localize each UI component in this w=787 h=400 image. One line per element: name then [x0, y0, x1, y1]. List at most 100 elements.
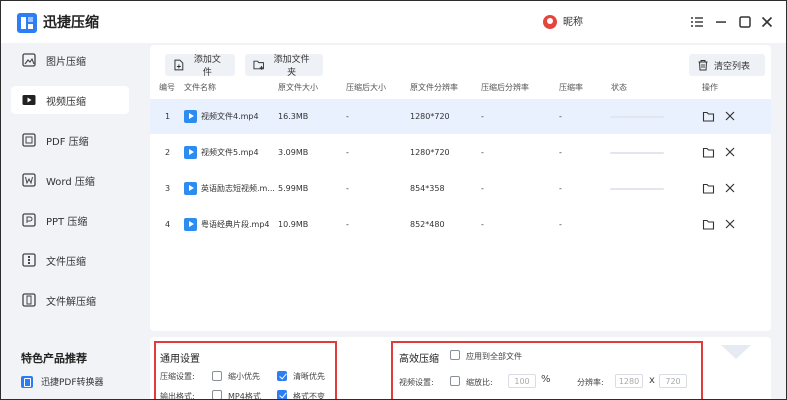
row-new-size: -: [346, 220, 349, 229]
header-ratio: 压缩率: [559, 83, 583, 92]
resolution-width-input[interactable]: [615, 374, 643, 388]
ppt-compress-icon: [22, 213, 36, 227]
add-folder-button[interactable]: 添加文件夹: [245, 54, 323, 78]
pdf-compress-icon: [22, 133, 36, 147]
remove-row-icon[interactable]: [724, 110, 736, 122]
sidebar: 图片压缩 视频压缩 PDF 压缩 Word 压缩 PPT 压缩 文件压缩 文件解…: [1, 43, 141, 399]
keep-format-checkbox[interactable]: [277, 390, 287, 399]
row-orig-size: 16.3MB: [278, 112, 309, 121]
sidebar-item-decompress[interactable]: 文件解压缩: [11, 286, 129, 314]
app-title: 迅捷压缩: [43, 15, 99, 31]
header-orig-res: 原文件分辨率: [410, 83, 458, 92]
add-folder-icon: [253, 60, 264, 70]
app-logo-icon: [17, 13, 37, 33]
open-folder-icon[interactable]: [702, 218, 715, 231]
add-file-button[interactable]: 添加文件: [165, 54, 235, 78]
row-new-size: -: [346, 112, 349, 121]
sidebar-item-word[interactable]: Word 压缩: [11, 166, 129, 194]
featured-heading: 特色产品推荐: [21, 352, 87, 365]
scale-checkbox[interactable]: [450, 376, 460, 386]
row-filename: 粤语经典片段.mp4: [201, 220, 270, 229]
sidebar-item-image[interactable]: 图片压缩: [11, 46, 129, 74]
video-setting-label: 视频设置:: [399, 378, 434, 387]
app-window: 迅捷压缩 昵称 图片压缩 视频压缩 PDF 压缩 Word 压缩 PPT 压缩 …: [0, 0, 787, 400]
resolution-x-label: x: [649, 375, 655, 386]
maximize-icon[interactable]: [737, 14, 753, 30]
table-row[interactable]: 2 视频文件5.mp4 3.09MB - 1280*720 - -: [150, 135, 771, 170]
add-folder-label: 添加文件夹: [273, 55, 310, 78]
small-first-checkbox[interactable]: [212, 371, 222, 381]
row-filename: 英语励志短视频.m...: [201, 184, 275, 193]
percent-label: %: [541, 374, 551, 385]
header-orig-size: 原文件大小: [278, 83, 318, 92]
row-ratio: -: [559, 112, 562, 121]
row-ratio: -: [559, 148, 562, 157]
decorative-chevron-icon: [721, 345, 751, 359]
mp4-format-checkbox[interactable]: [212, 390, 222, 399]
sidebar-item-label: Word 压缩: [46, 176, 95, 188]
video-file-icon: [184, 146, 197, 159]
row-new-size: -: [346, 148, 349, 157]
row-orig-res: 852*480: [410, 220, 445, 229]
header-filename: 文件名称: [184, 83, 216, 92]
remove-row-icon[interactable]: [724, 146, 736, 158]
sidebar-item-label: 文件解压缩: [46, 296, 96, 308]
row-orig-res: 1280*720: [410, 148, 450, 157]
sidebar-item-pdf[interactable]: PDF 压缩: [11, 126, 129, 154]
open-folder-icon[interactable]: [702, 146, 715, 159]
header-new-size: 压缩后大小: [346, 83, 386, 92]
file-list-panel: 添加文件 添加文件夹 清空列表 编号 文件名称 原文件大小 压缩后大小 原文件分…: [150, 45, 771, 331]
image-compress-icon: [22, 53, 36, 67]
resolution-height-input[interactable]: [659, 374, 687, 388]
sidebar-item-video[interactable]: 视频压缩: [11, 86, 129, 114]
close-window-icon[interactable]: [759, 14, 775, 30]
sidebar-item-file[interactable]: 文件压缩: [11, 246, 129, 274]
row-new-size: -: [346, 184, 349, 193]
header-index: 编号: [159, 83, 175, 92]
open-folder-icon[interactable]: [702, 110, 715, 123]
clear-list-label: 清空列表: [714, 61, 751, 72]
row-filename: 视频文件4.mp4: [201, 112, 259, 121]
sidebar-item-label: 文件压缩: [46, 256, 86, 268]
general-settings-title: 通用设置: [160, 354, 200, 365]
row-orig-size: 10.9MB: [278, 220, 309, 229]
menu-list-icon[interactable]: [689, 14, 705, 30]
clear-list-button[interactable]: 清空列表: [689, 54, 765, 76]
sidebar-item-ppt[interactable]: PPT 压缩: [11, 206, 129, 234]
remove-row-icon[interactable]: [724, 182, 736, 194]
table-row[interactable]: 4 粤语经典片段.mp4 10.9MB - 852*480 - -: [150, 207, 771, 242]
row-progress-bar: [610, 152, 664, 154]
minimize-icon[interactable]: [713, 14, 729, 30]
trash-icon: [698, 60, 708, 71]
table-header: 编号 文件名称 原文件大小 压缩后大小 原文件分辨率 压缩后分辨率 压缩率 状态…: [150, 82, 771, 98]
table-row[interactable]: 3 英语励志短视频.m... 5.99MB - 854*358 - -: [150, 171, 771, 206]
clear-first-label: 清晰优先: [293, 372, 325, 381]
user-name[interactable]: 昵称: [563, 16, 583, 30]
clear-first-checkbox[interactable]: [277, 371, 287, 381]
row-filename: 视频文件5.mp4: [201, 148, 259, 157]
file-decompress-icon: [22, 293, 36, 307]
compress-setting-label: 压缩设置:: [160, 372, 195, 381]
remove-row-icon[interactable]: [724, 218, 736, 230]
open-folder-icon[interactable]: [702, 182, 715, 195]
scale-input[interactable]: [508, 374, 536, 388]
row-progress-bar: [610, 116, 664, 118]
mp4-format-label: MP4格式: [228, 392, 261, 400]
apply-all-checkbox[interactable]: [450, 350, 460, 360]
user-avatar-icon[interactable]: [543, 15, 557, 29]
featured-pdf-converter-link[interactable]: 迅捷PDF转换器: [21, 375, 104, 388]
pdf-converter-icon: [21, 375, 33, 388]
sidebar-item-label: 视频压缩: [46, 96, 86, 108]
featured-item-label: 迅捷PDF转换器: [41, 378, 104, 388]
row-index: 2: [165, 148, 171, 157]
add-file-label: 添加文件: [193, 55, 221, 78]
output-format-label: 输出格式:: [160, 392, 195, 400]
row-ratio: -: [559, 184, 562, 193]
file-compress-icon: [22, 253, 36, 267]
row-orig-size: 5.99MB: [278, 184, 309, 193]
word-compress-icon: [22, 173, 36, 187]
header-status: 状态: [611, 83, 627, 92]
resolution-label: 分辨率:: [577, 378, 604, 387]
table-row[interactable]: 1 视频文件4.mp4 16.3MB - 1280*720 - -: [150, 99, 771, 134]
header-new-res: 压缩后分辨率: [481, 83, 529, 92]
